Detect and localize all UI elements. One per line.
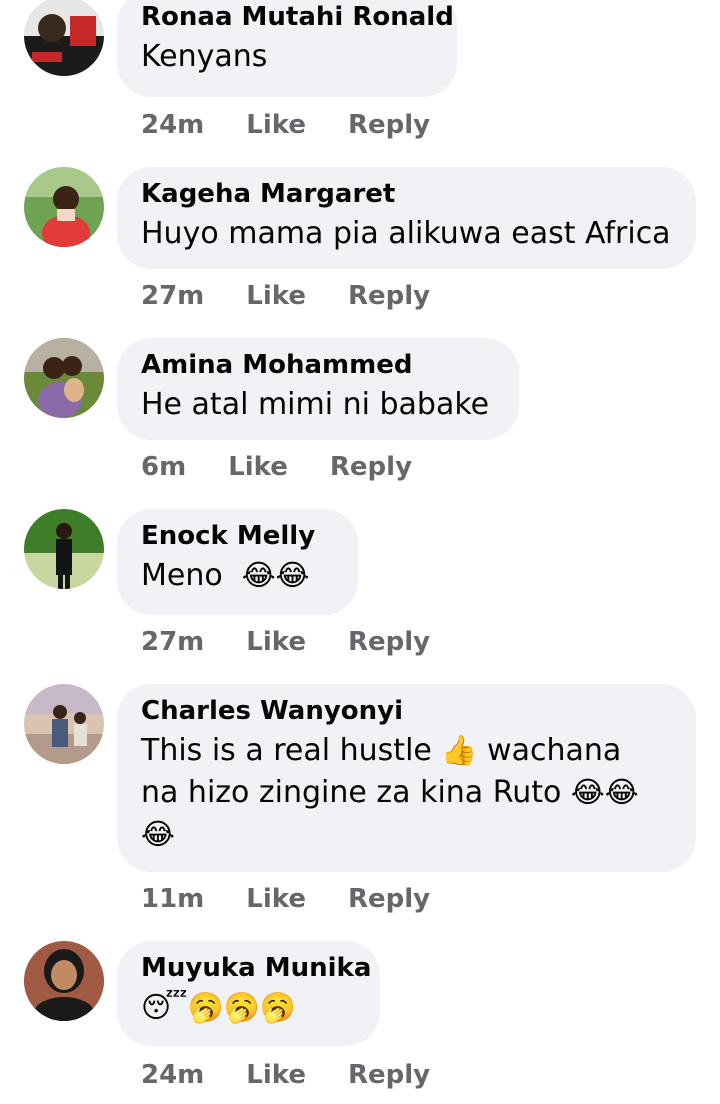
comment-text: Kenyans	[141, 39, 268, 74]
avatar-photo	[24, 338, 104, 418]
like-button[interactable]: Like	[246, 110, 306, 140]
avatar-photo	[24, 167, 104, 247]
sleepy-yawn-emoji: 😴🥱🥱🥱	[141, 990, 296, 1024]
comment-actions: 11m Like Reply	[141, 879, 430, 919]
avatar[interactable]	[24, 338, 104, 418]
comment-timestamp[interactable]: 27m	[141, 281, 204, 311]
like-button[interactable]: Like	[228, 452, 288, 482]
comment-text: He atal mimi ni babake	[141, 387, 490, 422]
avatar-photo	[24, 941, 104, 1021]
comment-timestamp[interactable]: 11m	[141, 884, 204, 914]
comment-bubble[interactable]: Muyuka Munika 😴🥱🥱🥱	[117, 941, 380, 1046]
comment-actions: 27m Like Reply	[141, 276, 430, 316]
comment-timestamp[interactable]: 27m	[141, 627, 204, 657]
comment-actions: 6m Like Reply	[141, 447, 412, 487]
comment-text-part: This is a real hustle	[141, 733, 442, 768]
comment-actions: 27m Like Reply	[141, 622, 430, 662]
comment-author[interactable]: Enock Melly	[141, 520, 334, 552]
comment-author[interactable]: Muyuka Munika	[141, 952, 371, 984]
comment-timestamp[interactable]: 6m	[141, 452, 186, 482]
avatar[interactable]	[24, 509, 104, 589]
comment-text: Huyo mama pia alikuwa east Africa	[141, 216, 671, 251]
avatar-photo	[24, 509, 104, 589]
like-button[interactable]: Like	[246, 884, 306, 914]
comments-screen: { "comments": [ { "author": "Ronaa Mutah…	[0, 0, 720, 1104]
avatar[interactable]	[24, 0, 104, 76]
comment-author[interactable]: Charles Wanyonyi	[141, 695, 672, 727]
like-button[interactable]: Like	[246, 627, 306, 657]
reply-button[interactable]: Reply	[348, 1060, 430, 1090]
comment-author[interactable]: Ronaa Mutahi Ronald	[141, 1, 454, 33]
reply-button[interactable]: Reply	[348, 627, 430, 657]
like-button[interactable]: Like	[246, 281, 306, 311]
comment-bubble[interactable]: Charles Wanyonyi This is a real hustle 👍…	[117, 684, 696, 872]
reply-button[interactable]: Reply	[348, 884, 430, 914]
comment-bubble[interactable]: Kageha Margaret Huyo mama pia alikuwa ea…	[117, 167, 696, 269]
comment-actions: 24m Like Reply	[141, 1055, 430, 1095]
reply-button[interactable]: Reply	[348, 281, 430, 311]
avatar[interactable]	[24, 167, 104, 247]
comment-actions: 24m Like Reply	[141, 105, 430, 145]
avatar[interactable]	[24, 684, 104, 764]
avatar[interactable]	[24, 941, 104, 1021]
comment-timestamp[interactable]: 24m	[141, 1060, 204, 1090]
like-button[interactable]: Like	[246, 1060, 306, 1090]
comment-text: Meno 😂😂	[141, 555, 334, 597]
comment-text: This is a real hustle 👍 wachana na hizo z…	[141, 730, 672, 856]
comment-bubble[interactable]: Ronaa Mutahi Ronald Kenyans	[117, 0, 457, 97]
thumbs-up-emoji: 👍	[441, 733, 478, 767]
avatar-photo	[24, 0, 104, 76]
avatar-photo	[24, 684, 104, 764]
comment-author[interactable]: Amina Mohammed	[141, 349, 495, 381]
comment-bubble[interactable]: Enock Melly Meno 😂😂	[117, 509, 358, 615]
reply-button[interactable]: Reply	[330, 452, 412, 482]
comment-bubble[interactable]: Amina Mohammed He atal mimi ni babake	[117, 338, 519, 440]
comment-text-part: na hizo zingine za kina Ruto	[141, 775, 571, 810]
comment-text: 😴🥱🥱🥱	[141, 987, 356, 1029]
reply-button[interactable]: Reply	[348, 110, 430, 140]
laughing-emoji: 😂	[141, 817, 175, 851]
comment-author[interactable]: Kageha Margaret	[141, 178, 672, 210]
comment-text-part: wachana	[477, 733, 622, 768]
comment-timestamp[interactable]: 24m	[141, 110, 204, 140]
laughing-emoji: 😂😂	[241, 558, 310, 592]
comment-text-part: Meno	[141, 558, 223, 593]
laughing-emoji: 😂😂	[570, 775, 639, 809]
